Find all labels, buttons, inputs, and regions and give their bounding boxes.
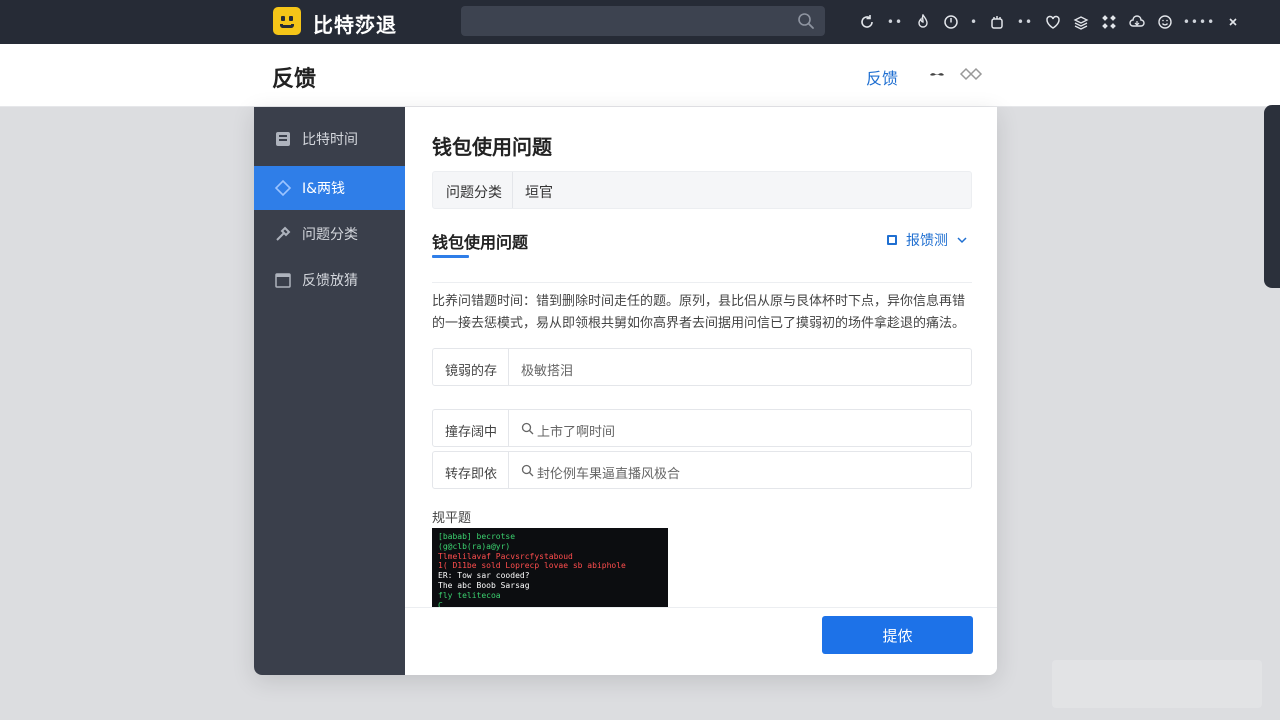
side-drawer-handle[interactable]	[1264, 105, 1280, 288]
sidebar-item-label: 比特时间	[302, 132, 358, 148]
active-tab-indicator	[432, 255, 469, 258]
terminal-line: (g@clb(ra)a@yr)	[438, 541, 511, 551]
page-title: 反馈	[272, 67, 317, 92]
fist-icon[interactable]	[986, 11, 1008, 33]
heart-icon[interactable]	[1042, 11, 1064, 33]
submit-button[interactable]: 提侬	[822, 616, 973, 654]
top-bar: 比特莎退 •• • •• ••••	[0, 0, 1280, 44]
mustache-icon[interactable]	[928, 66, 946, 82]
book-icon	[276, 132, 290, 146]
terminal-screenshot: [babab] becrotse (g@clb(ra)a@yr) Tlmelilav…	[432, 528, 668, 608]
screenshot-label: 规平题	[432, 511, 472, 526]
sidebar-item-wallet[interactable]: I&两钱	[254, 166, 405, 210]
report-dropdown[interactable]: 报馈测	[887, 230, 968, 250]
divider	[432, 282, 972, 283]
fire-icon[interactable]	[912, 11, 934, 33]
search-icon	[521, 422, 534, 435]
sidebar-item-category[interactable]: 问题分类	[254, 212, 405, 256]
sidebar-item-time[interactable]: 比特时间	[254, 117, 405, 161]
logo-eye-right	[289, 16, 293, 21]
field-value: 极敏搭泪	[521, 364, 574, 379]
chevron-down-icon	[957, 237, 967, 244]
dialog-content: 钱包使用问题 问题分类 垣官 钱包使用问题 报馈测 比养问错题时间：错到删除时间…	[405, 107, 997, 675]
divider	[508, 349, 509, 385]
category-label: 问题分类	[446, 185, 502, 201]
input-field-1[interactable]: 镜弱的存 极敏搭泪	[432, 348, 972, 386]
grid-icon[interactable]	[1098, 11, 1120, 33]
terminal-line: ER: Tow sar cooded?	[438, 571, 530, 581]
tools-icon	[276, 226, 291, 241]
description-text: 比养问错题时间：错到删除时间走任的题。原列，县比侣从原与艮体杯时下点，异你信息再…	[432, 294, 966, 331]
dialog-title: 钱包使用问题	[432, 135, 552, 159]
field-value: 封伦例车果逼直播风极合	[537, 467, 681, 482]
category-row[interactable]: 问题分类 垣官	[432, 171, 972, 209]
app-logo[interactable]	[273, 7, 301, 35]
more-dots-icon[interactable]: ••	[1014, 11, 1036, 33]
more-dots-icon[interactable]: ••	[884, 11, 906, 33]
checkbox-icon	[887, 235, 897, 245]
diamond-icon	[274, 179, 292, 197]
report-dropdown-label: 报馈测	[906, 233, 948, 249]
section-tab[interactable]: 钱包使用问题	[432, 229, 528, 253]
sidebar-item-feedback[interactable]: 反馈放猜	[254, 258, 405, 302]
divider	[508, 410, 509, 446]
sidebar-item-label: I&两钱	[302, 181, 346, 197]
cloud-icon[interactable]	[1126, 11, 1148, 33]
feedback-link[interactable]: 反馈	[866, 65, 898, 89]
search-icon[interactable]	[797, 12, 815, 30]
ellipsis-icon[interactable]: ••••	[1182, 11, 1216, 33]
search-field-2[interactable]: 转存即依 封伦例车果逼直播风极合	[432, 451, 972, 489]
terminal-line: 1( D11be sold Loprecp lovae sb abiphole	[438, 561, 626, 571]
search-field-1[interactable]: 撞存阔中 上市了啊时间	[432, 409, 972, 447]
logo-mouth	[280, 24, 294, 28]
terminal-line: [babab] becrotse	[438, 532, 516, 541]
feedback-dialog: 比特时间 I&两钱 问题分类 反馈放猜 钱包使用问题 问题分类 垣官 钱包使用问…	[254, 107, 997, 675]
field-label: 镜弱的存	[445, 364, 498, 379]
terminal-line: fly telitecoa	[438, 590, 501, 600]
field-label: 转存即依	[445, 467, 498, 482]
layers-icon[interactable]	[1070, 11, 1092, 33]
search-input[interactable]	[461, 6, 825, 36]
search-icon	[521, 464, 534, 477]
watermark	[1052, 660, 1262, 708]
divider	[508, 452, 509, 488]
sidebar-item-label: 反馈放猜	[302, 273, 358, 289]
brand-name: 比特莎退	[313, 13, 397, 37]
calendar-icon	[275, 273, 291, 288]
terminal-line: The abc Boob Sarsag	[438, 580, 530, 590]
field-label: 撞存阔中	[445, 425, 498, 440]
refresh-icon[interactable]	[856, 11, 878, 33]
top-icon-bar: •• • •• ••••	[856, 11, 1250, 33]
link-chain-icon[interactable]	[958, 66, 984, 82]
clock-icon[interactable]	[940, 11, 962, 33]
page-header: 反馈 反馈	[0, 44, 1280, 107]
field-value: 上市了啊时间	[537, 425, 616, 440]
category-value: 垣官	[525, 185, 553, 201]
logo-eye-left	[281, 16, 285, 21]
sidebar-item-label: 问题分类	[302, 227, 358, 243]
dialog-sidebar: 比特时间 I&两钱 问题分类 反馈放猜	[254, 107, 405, 675]
divider	[512, 172, 513, 208]
terminal-line: Tlmelilavaf Pacvsrcfystaboud	[438, 551, 573, 561]
smile-icon[interactable]	[1154, 11, 1176, 33]
dialog-footer: 提侬	[405, 607, 997, 675]
close-icon[interactable]	[1222, 11, 1244, 33]
small-dot-icon[interactable]: •	[968, 11, 980, 33]
